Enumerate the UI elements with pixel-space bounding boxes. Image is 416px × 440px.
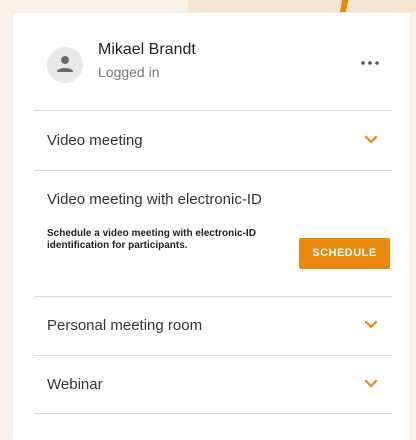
section-label: Personal meeting room [47,317,203,334]
schedule-button[interactable]: SCHEDULE [299,238,390,269]
background-accent [188,0,416,12]
section-label: Video meeting [47,132,143,149]
chevron-down-icon [364,320,378,329]
more-icon [361,61,379,65]
chevron-down-icon [364,135,378,144]
section-webinar[interactable]: Webinar [34,356,392,414]
eid-description: Schedule a video meeting with electronic… [47,228,256,251]
divider [34,170,392,171]
user-status: Logged in [98,64,160,80]
section-video-meeting[interactable]: Video meeting [34,112,392,170]
section-label: Webinar [47,376,103,393]
eid-section-title: Video meeting with electronic-ID [47,191,262,208]
user-row: Mikael Brandt Logged in [34,27,392,111]
divider [34,110,392,111]
user-name: Mikael Brandt [98,41,196,58]
section-personal-meeting-room[interactable]: Personal meeting room [34,297,392,355]
more-options-button[interactable] [358,54,382,72]
chevron-down-icon [364,379,378,388]
user-icon [57,56,73,72]
divider [34,413,392,414]
avatar [47,47,83,83]
